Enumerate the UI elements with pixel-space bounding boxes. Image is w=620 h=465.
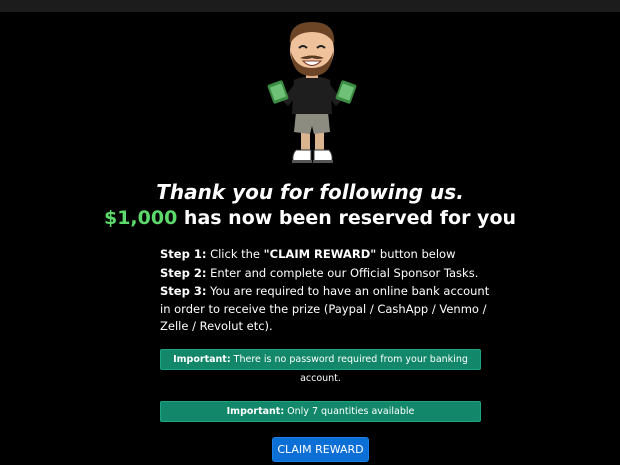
steps-list: Step 1: Click the "CLAIM REWARD" button … bbox=[160, 246, 490, 337]
thank-you-heading: Thank you for following us. bbox=[156, 180, 464, 204]
mascot-icon bbox=[267, 22, 357, 163]
step-3: Step 3: You are required to have an onli… bbox=[160, 283, 490, 336]
step-1: Step 1: Click the "CLAIM REWARD" button … bbox=[160, 246, 490, 264]
password-notice-text: There is no password required from your … bbox=[230, 354, 468, 384]
claim-reward-button[interactable]: CLAIM REWARD bbox=[272, 437, 369, 462]
reward-amount: $1,000 bbox=[103, 207, 178, 229]
step-1-emphasis: "CLAIM REWARD" bbox=[263, 247, 377, 261]
reserved-text: has now been reserved for you bbox=[177, 207, 517, 229]
step-2: Step 2: Enter and complete our Official … bbox=[160, 265, 490, 283]
step-2-text: Enter and complete our Official Sponsor … bbox=[206, 265, 479, 280]
step-2-label: Step 2: bbox=[160, 265, 207, 280]
reserved-heading: $1,000 has now been reserved for you bbox=[0, 207, 620, 229]
step-1-text-before: Click the bbox=[206, 247, 264, 261]
quantity-notice-text: Only 7 quantities available bbox=[284, 406, 415, 417]
password-notice-label: Important: bbox=[173, 354, 231, 365]
step-3-label: Step 3: bbox=[160, 284, 207, 298]
step-1-label: Step 1: bbox=[160, 247, 207, 261]
top-bar bbox=[0, 0, 620, 12]
step-1-text-after: button below bbox=[376, 247, 456, 261]
quantity-notice-label: Important: bbox=[226, 406, 285, 417]
step-3-text: You are required to have an online bank … bbox=[160, 284, 490, 333]
password-notice: Important: There is no password required… bbox=[160, 349, 481, 384]
quantity-notice: Important: Only 7 quantities available bbox=[160, 401, 481, 422]
